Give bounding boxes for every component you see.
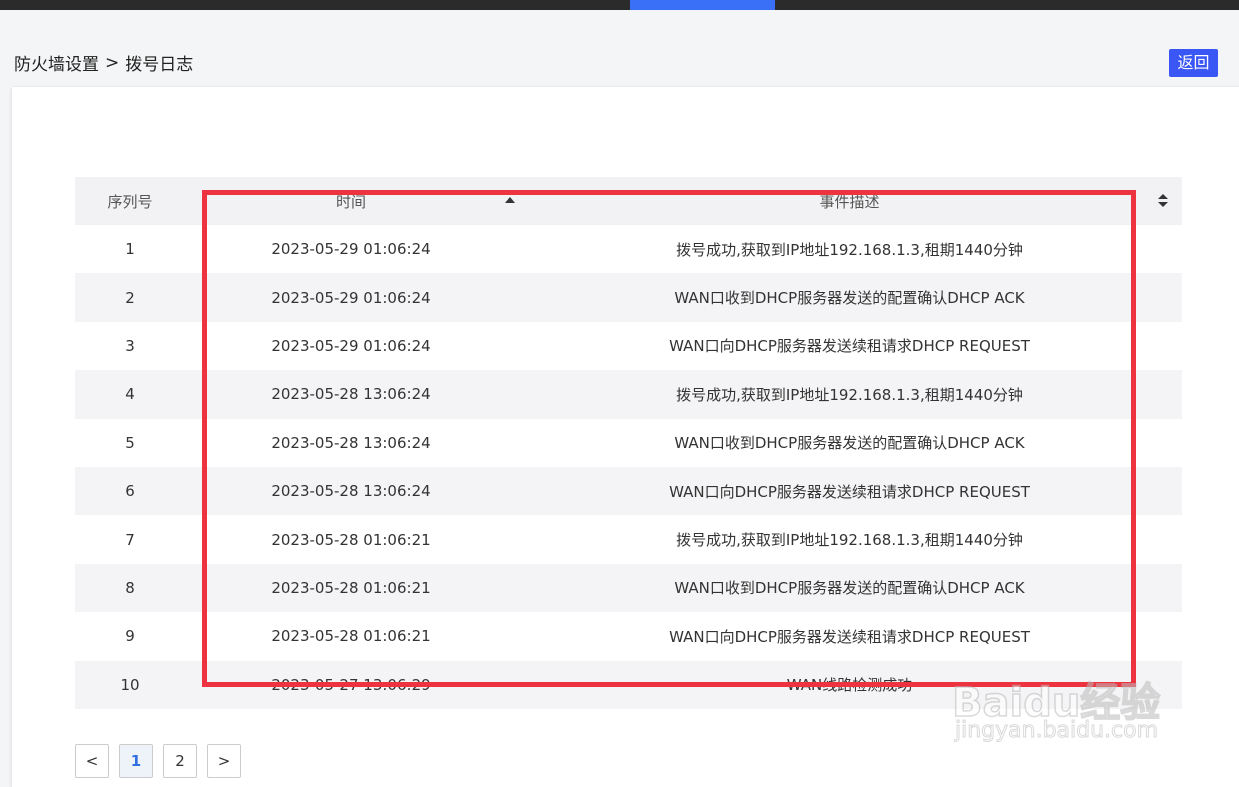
pagination: < 1 2 > [75, 744, 241, 778]
cell-desc: WAN口向DHCP服务器发送续租请求DHCP REQUEST [669, 627, 1030, 646]
header-time[interactable]: 时间 [185, 177, 517, 225]
cell-time: 2023-05-28 01:06:21 [271, 627, 431, 646]
cell-time: 2023-05-28 13:06:24 [185, 370, 517, 419]
cell-seq: 1 [125, 240, 135, 259]
log-card: 序列号 时间 事件描述 1 2023-05-29 01:06:24 拨号成功,获取到… [12, 87, 1239, 787]
breadcrumb-current: 拨号日志 [125, 55, 194, 75]
table-row: 9 2023-05-28 01:06:21 WAN口向DHCP服务器发送续租请求DH… [75, 612, 1182, 660]
back-button[interactable]: 返回 [1169, 49, 1218, 77]
table-row: 5 2023-05-28 13:06:24 WAN口收到DHCP服务器发送的配置确认… [75, 419, 1182, 467]
table-row: 8 2023-05-28 01:06:21 WAN口收到DHCP服务器发送的配置确认… [75, 563, 1182, 613]
table-header-row: 序列号 时间 事件描述 [75, 177, 1182, 225]
cell-seq: 10 [75, 660, 185, 709]
cell-time: 2023-05-28 01:06:21 [271, 530, 431, 549]
cell-desc: WAN口向DHCP服务器发送续租请求DHCP REQUEST [517, 466, 1182, 516]
table-body: 1 2023-05-29 01:06:24 拨号成功,获取到IP地址192.168.… [75, 225, 1182, 709]
table-row: 1 2023-05-29 01:06:24 拨号成功,获取到IP地址192.168.… [75, 225, 1182, 273]
cell-time: 2023-05-28 13:06:24 [185, 466, 517, 516]
cell-seq: 5 [125, 433, 135, 452]
cell-seq: 2 [75, 273, 185, 322]
page-1-button[interactable]: 1 [119, 744, 153, 778]
next-page-button[interactable]: > [207, 744, 241, 778]
dial-log-table: 序列号 时间 事件描述 1 2023-05-29 01:06:24 拨号成功,获取到… [75, 177, 1182, 709]
active-nav-tab-indicator[interactable] [630, 0, 775, 10]
page-2-button[interactable]: 2 [163, 744, 197, 778]
cell-desc: WAN口收到DHCP服务器发送的配置确认DHCP ACK [674, 434, 1025, 453]
header-desc[interactable]: 事件描述 [517, 177, 1182, 225]
cell-desc: WAN口向DHCP服务器发送续租请求DHCP REQUEST [669, 337, 1030, 356]
table-row: 7 2023-05-28 01:06:21 拨号成功,获取到IP地址192.168.… [75, 515, 1182, 563]
cell-seq: 9 [125, 627, 135, 646]
cell-seq: 8 [75, 563, 185, 613]
cell-time: 2023-05-29 01:06:24 [185, 273, 517, 322]
cell-desc: 拨号成功,获取到IP地址192.168.1.3,租期1440分钟 [517, 370, 1182, 419]
table-row: 2 2023-05-29 01:06:24 WAN口收到DHCP服务器发送的配置确认… [75, 273, 1182, 322]
cell-desc: 拨号成功,获取到IP地址192.168.1.3,租期1440分钟 [676, 531, 1023, 550]
breadcrumb: 防火墙设置 > 拨号日志 [14, 50, 194, 76]
cell-seq: 7 [125, 530, 135, 549]
cell-time: 2023-05-28 13:06:24 [271, 433, 431, 452]
cell-seq: 4 [75, 370, 185, 419]
header-seq: 序列号 [75, 177, 185, 225]
cell-time: 2023-05-29 01:06:24 [271, 240, 431, 259]
cell-seq: 6 [75, 466, 185, 516]
cell-time: 2023-05-27 13:06:29 [185, 660, 517, 709]
table-row: 3 2023-05-29 01:06:24 WAN口向DHCP服务器发送续租请求DH… [75, 322, 1182, 370]
cell-desc: 拨号成功,获取到IP地址192.168.1.3,租期1440分钟 [676, 240, 1023, 259]
sort-ascending-icon[interactable] [505, 197, 515, 203]
cell-seq: 3 [125, 336, 135, 355]
top-nav-bar [0, 0, 1239, 10]
cell-time: 2023-05-29 01:06:24 [271, 336, 431, 355]
cell-desc: WAN口收到DHCP服务器发送的配置确认DHCP ACK [517, 273, 1182, 322]
prev-page-button[interactable]: < [75, 744, 109, 778]
breadcrumb-parent[interactable]: 防火墙设置 [14, 50, 99, 75]
cell-desc: WAN线路检测成功 [517, 660, 1182, 709]
cell-time: 2023-05-28 01:06:21 [185, 563, 517, 613]
breadcrumb-separator: > [105, 52, 120, 73]
table-row: 4 2023-05-28 13:06:24 拨号成功,获取到IP地址192.168.… [75, 370, 1182, 419]
table-row: 10 2023-05-27 13:06:29 WAN线路检测成功 [75, 660, 1182, 709]
table-row: 6 2023-05-28 13:06:24 WAN口向DHCP服务器发送续租请求DH… [75, 466, 1182, 516]
sort-toggle-icon[interactable] [1158, 194, 1168, 208]
cell-desc: WAN口收到DHCP服务器发送的配置确认DHCP ACK [517, 563, 1182, 613]
